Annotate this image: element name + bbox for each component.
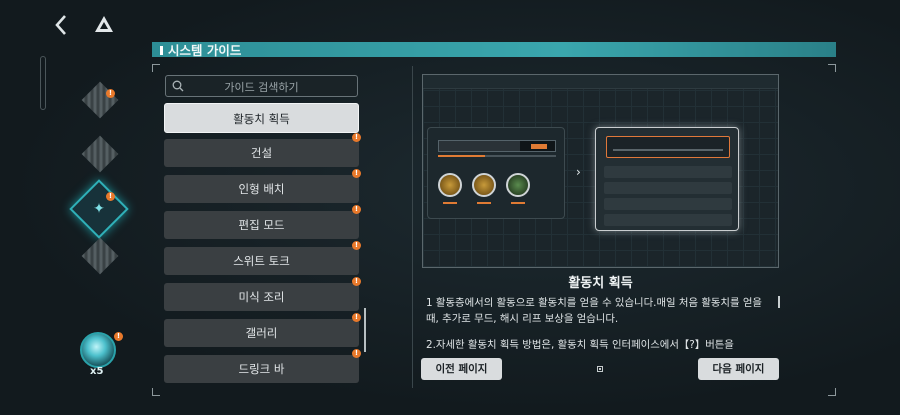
new-badge-icon: ! — [352, 205, 361, 214]
preview-row-2 — [604, 182, 732, 194]
new-badge-icon: ! — [352, 241, 361, 250]
active-category-icon: ✦ — [93, 201, 105, 217]
new-badge-icon: ! — [352, 349, 361, 358]
preview-activity-bar — [438, 140, 556, 152]
frame-corner-br — [828, 388, 836, 396]
guide-list-item-label: 갤러리 — [245, 326, 278, 340]
guide-list-item-label: 미식 조리 — [238, 290, 285, 304]
detail-title: 활동치 획득 — [568, 276, 633, 291]
new-badge-icon: ! — [352, 313, 361, 322]
frame-divider — [412, 66, 413, 388]
rail-scrollbar[interactable] — [40, 56, 46, 110]
guide-list-item-label: 스위트 토크 — [233, 254, 290, 268]
search-placeholder: 가이드 검색하기 — [224, 81, 299, 94]
preview-row-3 — [604, 198, 732, 210]
guide-list-item[interactable]: 건설! — [164, 133, 361, 167]
list-scrollbar[interactable] — [364, 308, 366, 352]
new-badge-icon: ! — [352, 169, 361, 178]
detail-paragraph-1: 1 활동층에서의 활동으로 활동치를 얻을 수 있습니다.매일 처음 활동치를 … — [426, 297, 762, 325]
preview-progress — [438, 155, 556, 157]
token-count: x5 — [90, 366, 104, 377]
guide-list-item[interactable]: 편집 모드! — [164, 205, 361, 239]
guide-list-item[interactable]: 갤러리! — [164, 313, 361, 347]
guide-list-item[interactable]: 활동치 획득 — [164, 103, 359, 133]
preview-row-1 — [604, 166, 732, 178]
preview-highlight — [606, 136, 730, 158]
category-active-badge: ! — [106, 192, 115, 201]
guide-list-item[interactable]: 미식 조리! — [164, 277, 361, 311]
detail-scrollbar[interactable] — [778, 296, 780, 308]
guide-preview-image: › — [422, 74, 779, 268]
reward-token[interactable] — [80, 332, 116, 368]
home-logo-icon — [95, 16, 113, 32]
detail-body: 1 활동층에서의 활동으로 활동치를 얻을 수 있습니다.매일 처음 활동치를 … — [426, 295, 772, 363]
back-button[interactable] — [52, 12, 74, 40]
preview-detail-panel — [595, 127, 739, 231]
guide-list-item-label: 인형 배치 — [238, 182, 285, 196]
guide-list-item-label: 편집 모드 — [238, 218, 285, 232]
preview-arrow-icon: › — [576, 165, 581, 179]
prev-page-button[interactable]: 이전 페이지 — [421, 358, 502, 380]
page-title: 시스템 가이드 — [160, 40, 241, 59]
guide-list-item-label: 활동치 획득 — [233, 112, 290, 126]
header-bar — [152, 42, 836, 57]
home-button[interactable] — [93, 14, 115, 36]
token-badge: ! — [114, 332, 123, 341]
page-indicator — [597, 366, 603, 372]
preview-coin-2 — [472, 173, 496, 197]
frame-corner-bl — [152, 388, 160, 396]
search-input[interactable]: 가이드 검색하기 — [165, 75, 358, 97]
guide-list-item[interactable]: 스위트 토크! — [164, 241, 361, 275]
next-page-button[interactable]: 다음 페이지 — [698, 358, 779, 380]
preview-row-4 — [604, 214, 732, 226]
frame-corner-tr — [828, 64, 836, 72]
new-badge-icon: ! — [352, 133, 361, 142]
page-title-text: 시스템 가이드 — [168, 43, 242, 58]
preview-topbar — [423, 75, 778, 89]
preview-coin-label-2 — [477, 202, 491, 204]
preview-activity-panel — [427, 127, 565, 219]
preview-coin-1 — [438, 173, 462, 197]
guide-list-item-label: 드링크 바 — [238, 362, 285, 376]
preview-coin-3 — [506, 173, 530, 197]
new-badge-icon: ! — [352, 277, 361, 286]
guide-list-item[interactable]: 인형 배치! — [164, 169, 361, 203]
frame-corner-tl — [152, 64, 160, 72]
detail-paragraph-2: 2.자세한 활동치 획득 방법은, 활동치 획득 인터페이스에서【?】버튼을 — [426, 339, 734, 351]
guide-list-item-label: 건설 — [250, 146, 273, 160]
category-1-badge: ! — [106, 89, 115, 98]
preview-coin-label-3 — [511, 202, 525, 204]
chevron-left-icon — [55, 15, 66, 35]
preview-coin-label-1 — [443, 202, 457, 204]
guide-list-item[interactable]: 드링크 바! — [164, 349, 361, 383]
